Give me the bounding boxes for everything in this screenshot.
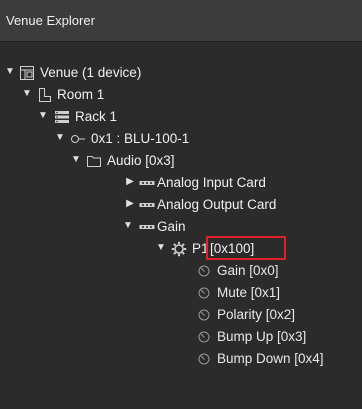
tree-node-label: Mute [0x1] xyxy=(217,285,281,300)
tree-node-rack[interactable]: ▼ Rack 1 xyxy=(0,106,362,128)
device-icon xyxy=(70,131,86,147)
tree-node-label: 0x1 : BLU-100-1 xyxy=(91,131,190,146)
parameter-icon xyxy=(196,285,212,301)
tree-node-param[interactable]: Mute [0x1] xyxy=(0,282,362,304)
tree-node-label: Rack 1 xyxy=(75,109,118,124)
panel-titlebar: Venue Explorer xyxy=(0,0,362,42)
parameter-icon xyxy=(196,263,212,279)
expand-arrow-icon[interactable]: ▼ xyxy=(5,67,15,77)
tree-node-label: Analog Input Card xyxy=(157,175,266,190)
tree-node-label: Bump Up [0x3] xyxy=(217,329,307,344)
panel-title: Venue Explorer xyxy=(6,13,95,28)
tree-node-label: Audio [0x3] xyxy=(107,153,175,168)
tree-node-analog-input-card[interactable]: ▶ Analog Input Card xyxy=(0,172,362,194)
tree-node-param[interactable]: Polarity [0x2] xyxy=(0,304,362,326)
card-icon xyxy=(139,197,155,213)
parameter-icon xyxy=(196,307,212,323)
tree-node-audio[interactable]: ▼ Audio [0x3] xyxy=(0,150,362,172)
expand-arrow-icon[interactable]: ▼ xyxy=(123,221,133,231)
tree-node-device[interactable]: ▼ 0x1 : BLU-100-1 xyxy=(0,128,362,150)
tree-node-param[interactable]: Bump Up [0x3] xyxy=(0,326,362,348)
folder-icon xyxy=(86,153,102,169)
parameter-icon xyxy=(196,329,212,345)
tree-node-venue[interactable]: ▼ Venue (1 device) xyxy=(0,62,362,84)
venue-explorer-panel: Venue Explorer ▼ Venue (1 device) ▼ Room… xyxy=(0,0,362,409)
tree-node-analog-output-card[interactable]: ▶ Analog Output Card xyxy=(0,194,362,216)
collapse-arrow-icon[interactable]: ▶ xyxy=(125,199,135,209)
rack-icon xyxy=(54,109,70,125)
tree-node-gain[interactable]: ▼ Gain xyxy=(0,216,362,238)
tree-node-label: Gain xyxy=(157,219,186,234)
venue-icon xyxy=(19,65,35,81)
expand-arrow-icon[interactable]: ▼ xyxy=(38,111,48,121)
expand-arrow-icon[interactable]: ▼ xyxy=(156,243,166,253)
tree-node-room[interactable]: ▼ Room 1 xyxy=(0,84,362,106)
tree-node-label: Room 1 xyxy=(57,87,105,102)
venue-tree[interactable]: ▼ Venue (1 device) ▼ Room 1 ▼ Rack 1 ▼ 0… xyxy=(0,42,362,409)
parameter-icon xyxy=(196,351,212,367)
collapse-arrow-icon[interactable]: ▶ xyxy=(125,177,135,187)
highlight-box xyxy=(206,236,286,260)
tree-node-label: Venue (1 device) xyxy=(40,65,142,80)
tree-node-label: Analog Output Card xyxy=(157,197,277,212)
tree-node-label: Polarity [0x2] xyxy=(217,307,296,322)
tree-node-label: Bump Down [0x4] xyxy=(217,351,324,366)
tree-node-label: Gain [0x0] xyxy=(217,263,279,278)
room-icon xyxy=(37,87,53,103)
expand-arrow-icon[interactable]: ▼ xyxy=(55,133,65,143)
tree-node-param[interactable]: Bump Down [0x4] xyxy=(0,348,362,370)
expand-arrow-icon[interactable]: ▼ xyxy=(71,155,81,165)
tree-node-param[interactable]: Gain [0x0] xyxy=(0,260,362,282)
card-icon xyxy=(139,175,155,191)
tree-node-p1[interactable]: ▼ P1 [0x100] xyxy=(0,236,362,260)
card-icon xyxy=(139,219,155,235)
gear-icon xyxy=(171,241,187,257)
expand-arrow-icon[interactable]: ▼ xyxy=(22,89,32,99)
